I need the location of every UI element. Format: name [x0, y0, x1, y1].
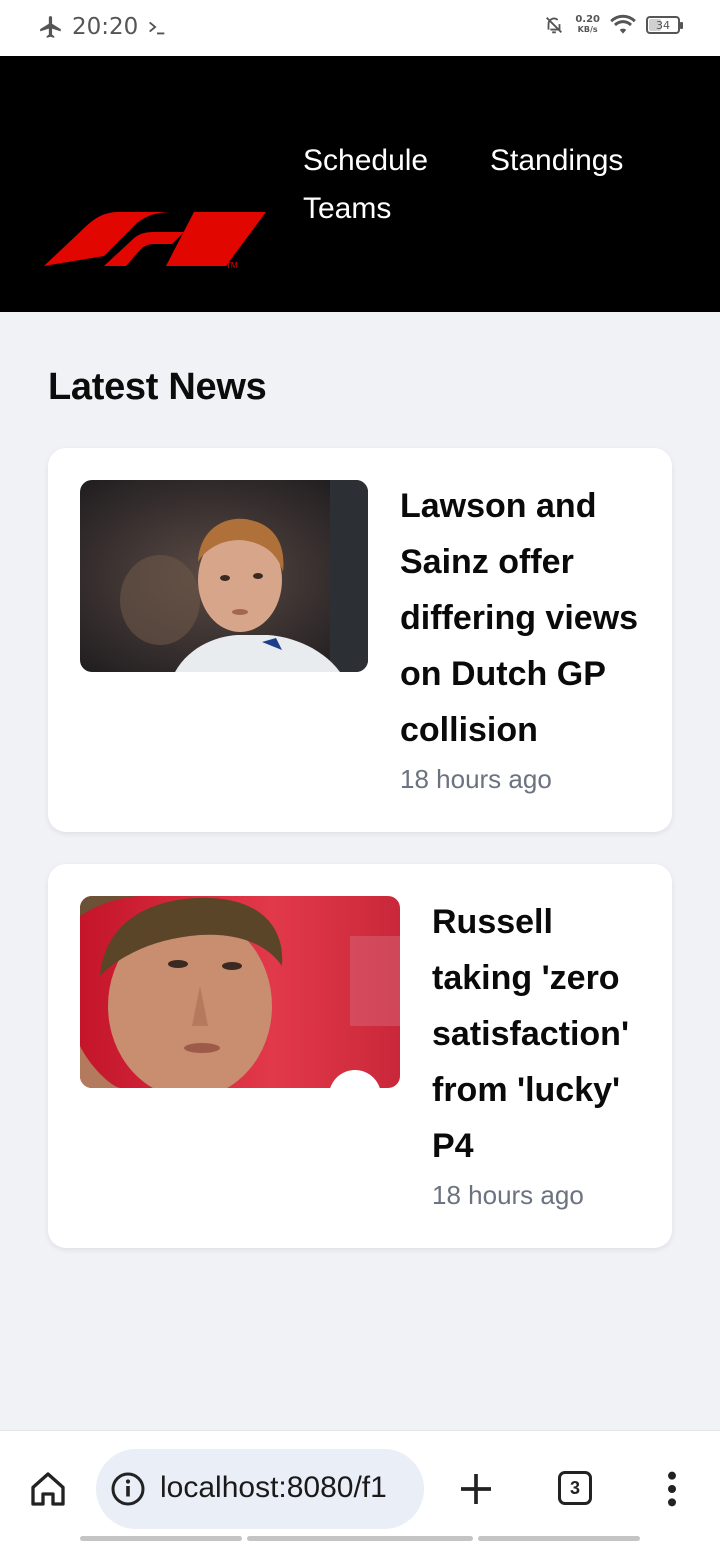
url-text[interactable]: localhost:8080/f1	[160, 1471, 418, 1505]
news-card[interactable]: Russell taking 'zero satisfaction' from …	[48, 864, 672, 1248]
more-menu-icon[interactable]	[656, 1469, 688, 1509]
battery-icon: 34	[646, 16, 683, 34]
article-time: 18 hours ago	[400, 764, 552, 794]
svg-text:TM: TM	[226, 261, 238, 270]
article-time: 18 hours ago	[432, 1180, 584, 1210]
battery-level: 34	[656, 18, 670, 32]
driver-photo-image	[80, 480, 368, 672]
article-title[interactable]: Russell taking 'zero satisfaction' from …	[432, 894, 652, 1174]
status-right: 0.20 KB/s 34	[543, 14, 683, 36]
net-speed-unit: KB/s	[577, 25, 598, 34]
nav-teams[interactable]: Teams	[303, 192, 391, 226]
terminal-icon	[149, 21, 165, 35]
status-left: 20:20	[38, 14, 168, 40]
site-header: TM Schedule Standings Teams	[0, 56, 720, 312]
article-title[interactable]: Lawson and Sainz offer differing views o…	[400, 478, 650, 758]
gesture-bar-left	[80, 1536, 242, 1541]
article-thumbnail[interactable]	[80, 480, 368, 672]
status-bar: 20:20 0.20 KB/s 34	[0, 0, 720, 56]
driver-photo-image	[80, 896, 400, 1088]
net-speed: 0.20 KB/s	[575, 15, 600, 35]
gesture-bar-right	[478, 1536, 640, 1541]
news-card[interactable]: Lawson and Sainz offer differing views o…	[48, 448, 672, 832]
dnd-icon	[546, 17, 563, 34]
net-speed-value: 0.20	[575, 14, 600, 25]
tab-switcher-button[interactable]: 3	[558, 1471, 592, 1505]
nav-schedule[interactable]: Schedule	[303, 144, 428, 178]
address-bar[interactable]: localhost:8080/f1	[96, 1449, 424, 1529]
gesture-bar-center	[247, 1536, 473, 1541]
article-thumbnail[interactable]	[80, 896, 400, 1088]
wifi-icon	[610, 14, 636, 34]
section-title: Latest News	[48, 366, 267, 408]
f1-logo[interactable]: TM	[44, 210, 268, 272]
info-icon[interactable]	[110, 1471, 146, 1507]
nav-standings[interactable]: Standings	[490, 144, 623, 178]
airplane-icon	[40, 16, 61, 38]
status-time: 20:20	[72, 14, 139, 40]
home-icon[interactable]	[28, 1469, 68, 1509]
browser-toolbar: localhost:8080/f1 3	[0, 1430, 720, 1544]
new-tab-icon[interactable]	[456, 1469, 496, 1509]
